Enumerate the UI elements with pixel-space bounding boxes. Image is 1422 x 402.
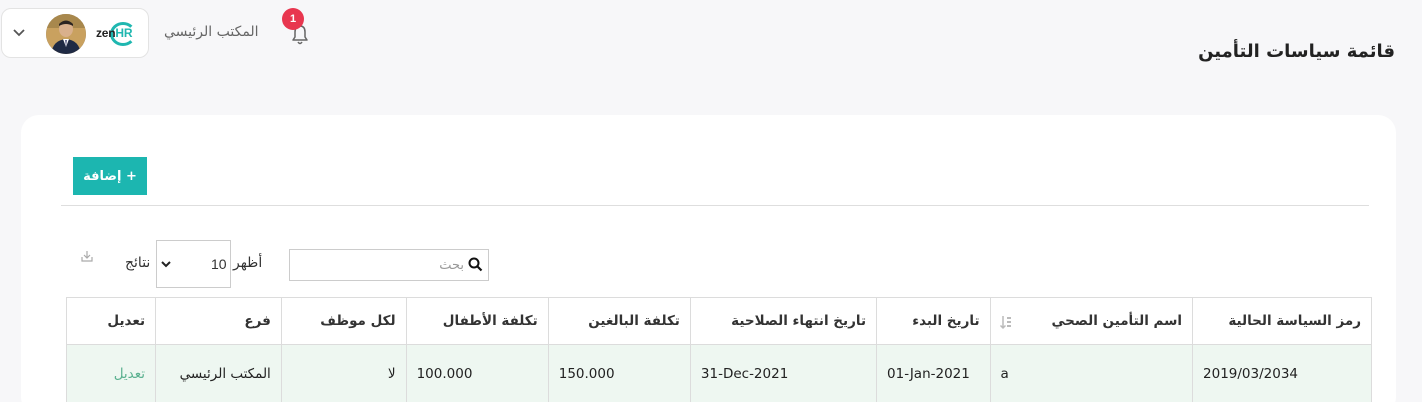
adult-cost-cell: 150.000 <box>547 344 691 402</box>
edit-cell: تعديل <box>65 344 157 402</box>
zenhr-logo: zenHR <box>94 20 144 48</box>
search-input[interactable] <box>294 254 464 276</box>
table-header-row: رمز السياسة الحالية اسم التأمين الصحي تا… <box>65 297 1372 345</box>
page-size-value: 10 <box>211 256 227 272</box>
column-header[interactable]: رمز السياسة الحالية <box>1192 297 1372 345</box>
user-menu[interactable]: zenHR <box>1 8 149 58</box>
sort-icon[interactable] <box>999 314 1013 330</box>
chevron-down-icon[interactable] <box>12 26 26 40</box>
column-header[interactable]: تكلفة الأطفال <box>405 297 549 345</box>
column-header[interactable]: تاريخ انتهاء الصلاحية <box>689 297 878 345</box>
insurance-policies-table: رمز السياسة الحالية اسم التأمين الصحي تا… <box>65 297 1372 402</box>
show-label: أظهر <box>233 255 263 271</box>
content-card: + إضافة نتائج 10 أظهر رمز السياسة الحالي… <box>21 115 1396 402</box>
add-button[interactable]: + إضافة <box>73 157 147 195</box>
column-header: تعديل <box>65 297 157 345</box>
page-size-select[interactable]: 10 <box>156 240 231 288</box>
search-icon <box>468 257 483 272</box>
per-employee-cell: لا <box>280 344 407 402</box>
divider <box>61 205 1369 206</box>
branch-cell: المكتب الرئيسي <box>155 344 282 402</box>
branch-name[interactable]: المكتب الرئيسي <box>164 24 259 40</box>
column-header[interactable]: اسم التأمين الصحي <box>989 297 1194 345</box>
column-header[interactable]: تاريخ البدء <box>876 297 991 345</box>
results-label: نتائج <box>125 255 151 271</box>
export-icon[interactable] <box>80 249 94 263</box>
start-date-cell: 01-Jan-2021 <box>876 344 991 402</box>
expiry-date-cell: 31-Dec-2021 <box>689 344 878 402</box>
edit-link[interactable]: تعديل <box>114 366 145 382</box>
notification-badge: 1 <box>282 8 304 30</box>
chevron-down-icon <box>161 261 171 268</box>
table-row: 2019/03/2034 a 01-Jan-2021 31-Dec-2021 1… <box>65 344 1372 402</box>
child-cost-cell: 100.000 <box>405 344 549 402</box>
search-box[interactable] <box>289 249 489 281</box>
insurance-name-cell: a <box>989 344 1194 402</box>
column-header[interactable]: تكلفة البالغين <box>547 297 691 345</box>
policy-code-cell: 2019/03/2034 <box>1192 344 1372 402</box>
page-title: قائمة سياسات التأمين <box>1198 41 1395 62</box>
column-header[interactable]: لكل موظف <box>280 297 407 345</box>
avatar <box>46 14 86 54</box>
column-header[interactable]: فرع <box>155 297 282 345</box>
